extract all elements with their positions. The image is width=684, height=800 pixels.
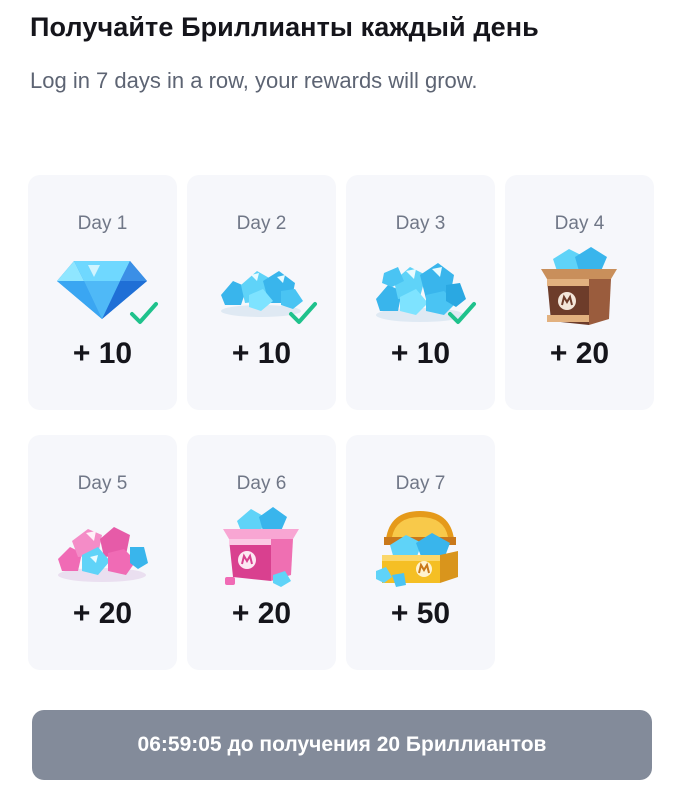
reward-amount: + 20 [72, 597, 133, 630]
reward-timer-button[interactable]: 06:59:05 до получения 20 Бриллиантов [32, 710, 652, 780]
page-subtitle: Log in 7 days in a row, your rewards wil… [30, 68, 478, 93]
reward-card-day-2: Day 2 + 10 [187, 175, 336, 410]
reward-card-day-4: Day 4 + 20 [505, 175, 654, 410]
day-label: Day 3 [395, 213, 446, 234]
pink-diamond-pile-icon [52, 505, 152, 587]
reward-amount: + 20 [549, 337, 610, 370]
claimed-check-icon [128, 299, 160, 327]
day-label: Day 7 [395, 473, 446, 494]
diamond-box-icon [529, 245, 629, 327]
reward-amount: + 10 [72, 337, 133, 370]
claimed-check-icon [446, 299, 478, 327]
day-label: Day 6 [236, 473, 287, 494]
reward-card-day-3: Day 3 + 10 [346, 175, 495, 410]
reward-card-day-5: Day 5 + 20 [28, 435, 177, 670]
reward-card-day-7: Day 7 + 50 [346, 435, 495, 670]
day-label: Day 4 [554, 213, 605, 234]
pink-diamond-box-icon [211, 505, 311, 587]
page-title: Получайте Бриллианты каждый день [30, 12, 539, 42]
reward-amount: + 10 [390, 337, 451, 370]
daily-rewards-screen: Получайте Бриллианты каждый день Log in … [0, 0, 684, 800]
reward-amount: + 20 [231, 597, 292, 630]
reward-amount: + 10 [231, 337, 292, 370]
reward-card-day-1: Day 1 + 10 [28, 175, 177, 410]
claimed-check-icon [287, 299, 319, 327]
day-label: Day 1 [77, 213, 128, 234]
treasure-chest-icon [370, 505, 470, 587]
reward-card-day-6: Day 6 + 20 [187, 435, 336, 670]
day-label: Day 2 [236, 213, 287, 234]
rewards-grid: Day 1 + 10 Day 2 + 10 Day 3 + 10 Day 4 +… [28, 175, 656, 670]
day-label: Day 5 [77, 473, 128, 494]
reward-amount: + 50 [390, 597, 451, 630]
timer-label: 06:59:05 до получения 20 Бриллиантов [137, 733, 547, 756]
